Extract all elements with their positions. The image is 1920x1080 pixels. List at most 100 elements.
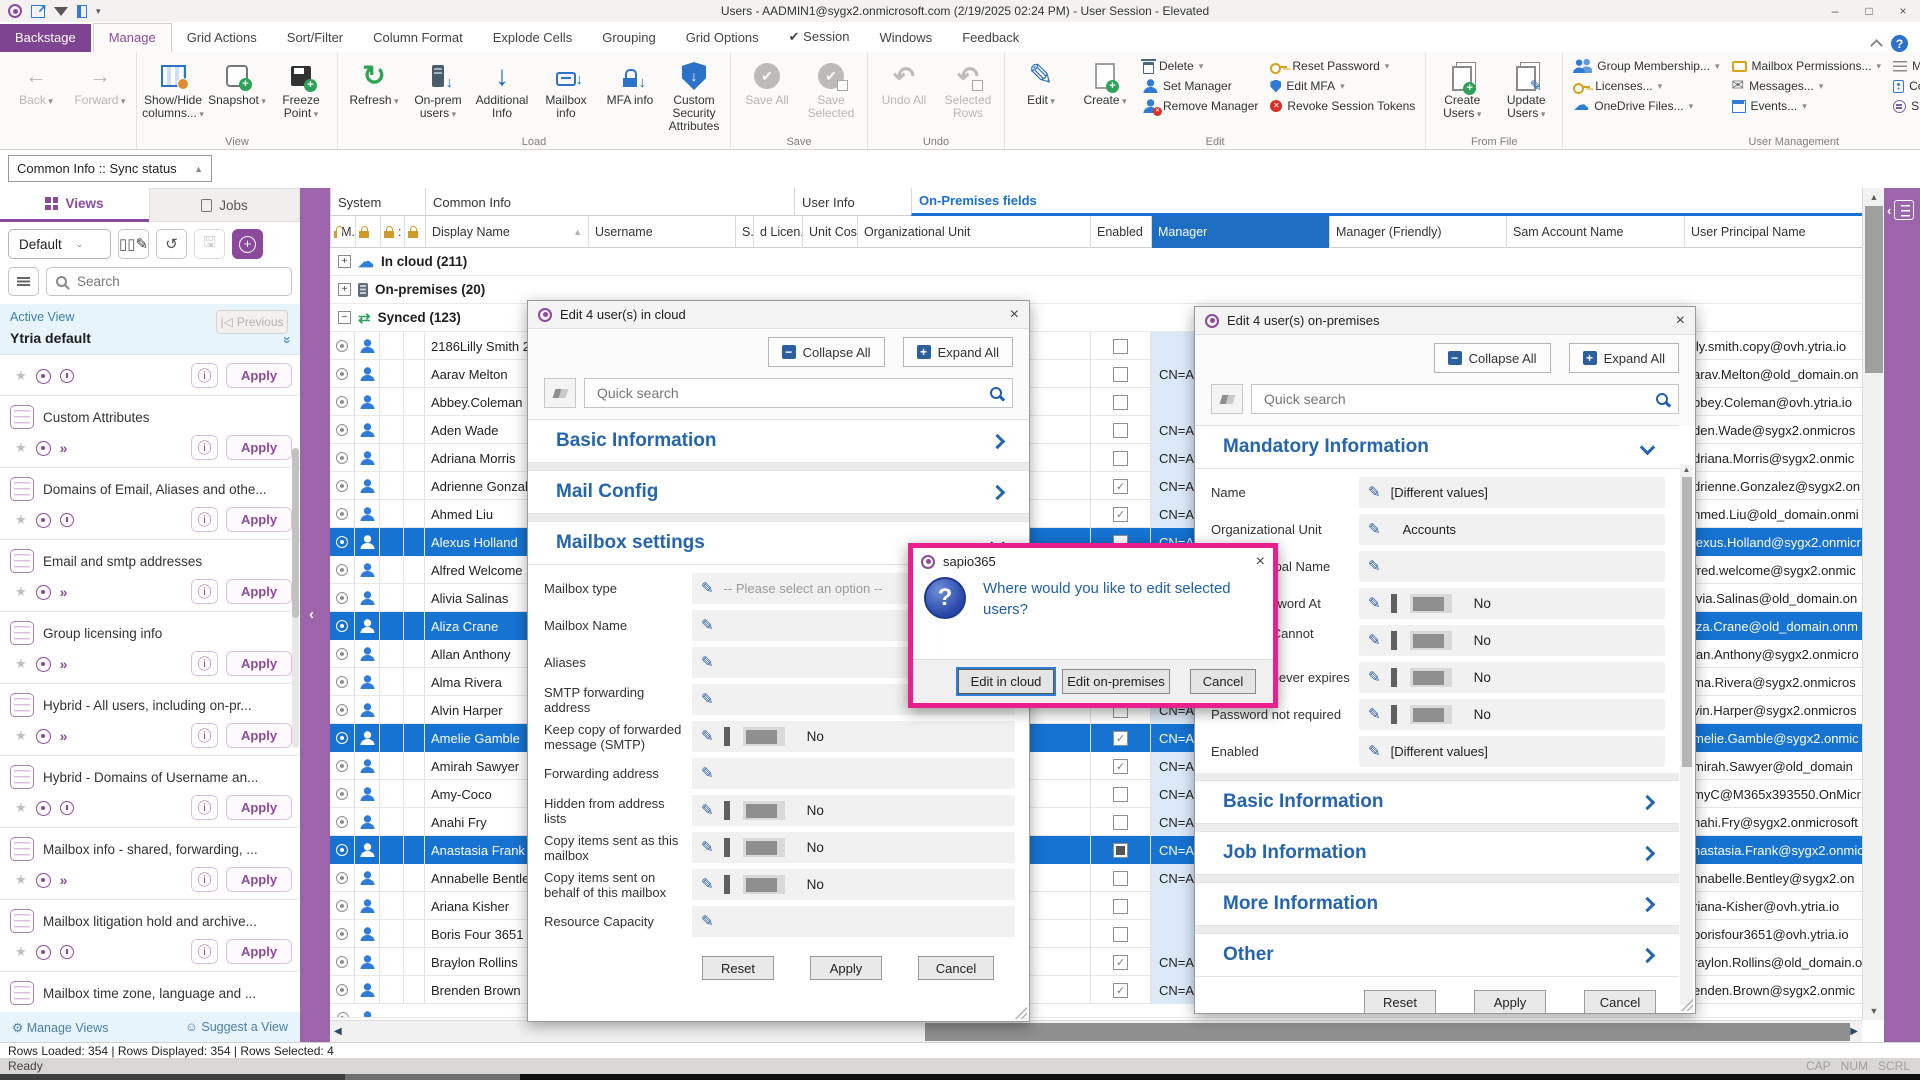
collapse-right-icon[interactable]: ‹	[1887, 203, 1891, 218]
save-all-button[interactable]: ✔Save All	[735, 54, 799, 132]
ribbon-tab-grouping[interactable]: Grouping	[587, 24, 670, 52]
enabled-checkbox[interactable]	[1113, 899, 1128, 914]
toggle-switch[interactable]	[743, 838, 785, 857]
column-header-lock-1[interactable]	[355, 216, 380, 248]
right-panel-strip[interactable]: ‹	[1884, 188, 1920, 1042]
suggest-view-button[interactable]: ☺ Suggest a View	[185, 1020, 288, 1034]
edit-button[interactable]: ✎Edit ▾	[1009, 54, 1073, 132]
band-on-premises-fields[interactable]: On-Premises fields	[911, 188, 1862, 216]
column-header-unit-cos[interactable]: Unit Cos...	[802, 216, 857, 248]
reset-password-button[interactable]: Reset Password▾	[1268, 56, 1417, 76]
messages-button[interactable]: ✉Messages...▾	[1730, 76, 1884, 96]
toggle-switch[interactable]	[743, 727, 785, 746]
view-info-button[interactable]: ⓘ	[191, 579, 218, 604]
view-item-mailbox-info-shared-forwarding[interactable]: Mailbox info - shared, forwarding, ...★»…	[0, 827, 300, 899]
events-button[interactable]: Events...▾	[1730, 96, 1884, 116]
radio-icon[interactable]	[336, 900, 348, 912]
apply-view-button[interactable]: Apply	[226, 939, 292, 964]
collapse-all-button[interactable]: −Collapse All	[768, 337, 885, 367]
star-icon[interactable]: ★	[15, 656, 27, 672]
field-control[interactable]: ✎No	[1359, 699, 1665, 730]
radio-icon[interactable]	[336, 816, 348, 828]
cloud-section-basic-information[interactable]: Basic Information	[528, 419, 1029, 463]
mailbox-permissions-button[interactable]: Mailbox Permissions...▾	[1730, 56, 1884, 76]
enabled-checkbox[interactable]	[1113, 451, 1128, 466]
cancel-button[interactable]: Cancel	[1190, 669, 1256, 694]
vscroll-thumb[interactable]	[1865, 206, 1883, 373]
radio-icon[interactable]	[336, 760, 348, 772]
radio-icon[interactable]	[336, 340, 348, 352]
field-control[interactable]: ✎No	[692, 721, 1015, 752]
apply-view-button[interactable]: Apply	[226, 363, 292, 388]
enabled-checkbox[interactable]	[1113, 843, 1128, 858]
column-header-manager-friendly[interactable]: Manager (Friendly)	[1329, 216, 1506, 248]
back-button[interactable]: ←Back ▾	[4, 54, 68, 132]
radio-icon[interactable]	[336, 452, 348, 464]
enabled-checkbox[interactable]: ✓	[1113, 955, 1128, 970]
cloud-section-mail-config[interactable]: Mail Config	[528, 470, 1029, 514]
edit-pencil-icon[interactable]: ✎	[1368, 670, 1381, 685]
double-chevron-icon[interactable]: »	[280, 336, 296, 344]
radio-icon[interactable]	[336, 564, 348, 576]
copy-columns-icon[interactable]	[77, 5, 87, 18]
edit-pencil-icon[interactable]: ✎	[701, 840, 714, 855]
enabled-checkbox[interactable]: ✓	[1113, 479, 1128, 494]
maximize-button[interactable]: □	[1852, 4, 1886, 18]
resize-grip[interactable]	[1681, 999, 1693, 1011]
edit-pencil-icon[interactable]: ✎	[701, 877, 714, 892]
view-info-button[interactable]: ⓘ	[191, 867, 218, 892]
delete-button[interactable]: Delete▾	[1141, 56, 1260, 76]
show-hide-columns-button[interactable]: Show/Hide columns... ▾	[141, 54, 205, 132]
edit-pencil-icon[interactable]: ✎	[701, 692, 714, 707]
save-selected-button[interactable]: ✔Save Selected	[799, 54, 863, 132]
reset-button[interactable]: Reset	[702, 956, 774, 980]
clear-search-button[interactable]	[544, 378, 576, 408]
edit-pencil-icon[interactable]: ✎	[701, 618, 714, 633]
field-control[interactable]: ✎[Different values]	[1359, 477, 1665, 508]
view-item-custom-attributes[interactable]: Custom Attributes★»ⓘApply	[0, 395, 300, 467]
collapse-all-button[interactable]: −Collapse All	[1434, 343, 1551, 373]
view-info-button[interactable]: ⓘ	[191, 795, 218, 820]
close-icon[interactable]: ×	[1256, 554, 1265, 570]
apply-view-button[interactable]: Apply	[226, 867, 292, 892]
column-header-lock-3[interactable]	[404, 216, 425, 248]
star-icon[interactable]: ★	[15, 944, 27, 960]
apply-view-button[interactable]: Apply	[226, 435, 292, 460]
view-item-hybrid-all-users-including-on-pr[interactable]: Hybrid - All users, including on-pr...★»…	[0, 683, 300, 755]
column-header-d-licen[interactable]: d Licen...	[753, 216, 802, 248]
ribbon-tab-backstage[interactable]: Backstage	[0, 24, 91, 52]
radio-icon[interactable]	[336, 732, 348, 744]
apply-button[interactable]: Apply	[1474, 990, 1546, 1014]
scroll-right-icon[interactable]: ▶	[1850, 1021, 1858, 1043]
radio-icon[interactable]	[336, 620, 348, 632]
ribbon-tab-explode-cells[interactable]: Explode Cells	[478, 24, 588, 52]
apply-view-button[interactable]: Apply	[226, 795, 292, 820]
mailbox-info-button[interactable]: Mailbox info	[534, 54, 598, 132]
view-item-email-and-smtp-addresses[interactable]: Email and smtp addresses★»ⓘApply	[0, 539, 300, 611]
views-scope-dropdown[interactable]: Default ⌄	[8, 229, 111, 259]
column-header-s[interactable]: S...	[735, 216, 753, 248]
on-prem-users-button[interactable]: On-prem users ▾	[406, 54, 470, 132]
radio-icon[interactable]	[336, 956, 348, 968]
ribbon-tab-grid-actions[interactable]: Grid Actions	[172, 24, 272, 52]
enabled-checkbox[interactable]	[1113, 423, 1128, 438]
band-user-info[interactable]: User Info	[794, 188, 911, 216]
toggle-switch[interactable]	[1410, 668, 1452, 687]
resize-grip[interactable]	[1015, 1007, 1027, 1019]
contacts-button[interactable]: Contacts...▾	[1891, 76, 1920, 96]
views-search-input[interactable]	[75, 273, 282, 290]
scroll-left-icon[interactable]: ◀	[334, 1021, 342, 1043]
set-manager-button[interactable]: Set Manager	[1141, 76, 1260, 96]
message-rules-button[interactable]: Message Rules...▾	[1891, 56, 1920, 76]
star-icon[interactable]: ★	[15, 800, 27, 816]
dialog-scroll-thumb[interactable]	[1682, 477, 1692, 767]
apply-view-button[interactable]: Apply	[226, 723, 292, 748]
radio-icon[interactable]	[336, 368, 348, 380]
edit-pencil-icon[interactable]: ✎	[701, 581, 714, 596]
view-item-x[interactable]: ★ⓘApply	[0, 354, 300, 395]
scroll-up-icon[interactable]: ▲	[1863, 188, 1885, 206]
apply-view-button[interactable]: Apply	[226, 507, 292, 532]
clear-search-button[interactable]	[1211, 384, 1243, 414]
apply-view-button[interactable]: Apply	[226, 651, 292, 676]
radio-icon[interactable]	[336, 396, 348, 408]
